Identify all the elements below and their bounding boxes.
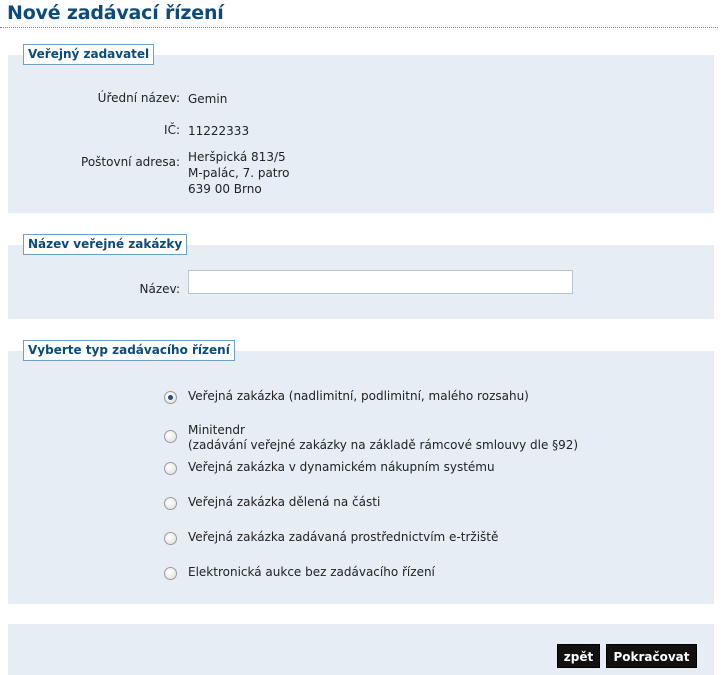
- official-name-label: Úřední název:: [97, 91, 180, 105]
- contract-name-legend: Název veřejné zakázky: [23, 234, 188, 255]
- radio-button[interactable]: [164, 532, 177, 545]
- contracting-authority-legend: Veřejný zadavatel: [23, 44, 155, 65]
- radio-button[interactable]: [164, 497, 177, 510]
- address-line-3: 639 00 Brno: [188, 182, 262, 196]
- option-sublabel: (zadávání veřejné zakázky na základě rám…: [188, 438, 579, 452]
- action-bar: zpět Pokračovat: [8, 624, 714, 675]
- option-label: Veřejná zakázka v dynamickém nákupním sy…: [188, 460, 495, 474]
- contracting-authority-panel: Veřejný zadavatel Úřední název: Gemin IČ…: [8, 44, 714, 213]
- radio-button[interactable]: [164, 462, 177, 475]
- continue-button[interactable]: Pokračovat: [606, 644, 697, 668]
- back-button[interactable]: zpět: [557, 644, 600, 668]
- contract-name-panel: Název veřejné zakázky Název:: [8, 234, 714, 319]
- ic-label: IČ:: [164, 123, 180, 137]
- page-title: Nové zadávací řízení: [7, 2, 224, 24]
- radio-button[interactable]: [164, 430, 177, 443]
- title-divider: [0, 27, 718, 28]
- contract-name-input[interactable]: [188, 270, 573, 294]
- address-label: Poštovní adresa:: [81, 155, 180, 169]
- address-line-1: Heršpická 813/5: [188, 150, 286, 164]
- radio-button-selected[interactable]: [164, 391, 177, 404]
- address-line-2: M-palác, 7. patro: [188, 166, 290, 180]
- procedure-type-legend: Vyberte typ zadávacího řízení: [23, 340, 235, 361]
- ic-value: 11222333: [188, 124, 250, 138]
- option-label: Minitendr: [188, 423, 245, 437]
- name-field-label: Název:: [139, 282, 181, 296]
- official-name-value: Gemin: [188, 92, 228, 106]
- radio-button[interactable]: [164, 567, 177, 580]
- option-label: Veřejná zakázka (nadlimitní, podlimitní,…: [188, 389, 529, 403]
- procedure-type-panel: Vyberte typ zadávacího řízení Veřejná za…: [8, 340, 714, 604]
- option-label: Elektronická aukce bez zadávacího řízení: [188, 565, 435, 579]
- option-label: Veřejná zakázka dělená na části: [188, 495, 381, 509]
- option-label: Veřejná zakázka zadávaná prostřednictvím…: [188, 530, 499, 544]
